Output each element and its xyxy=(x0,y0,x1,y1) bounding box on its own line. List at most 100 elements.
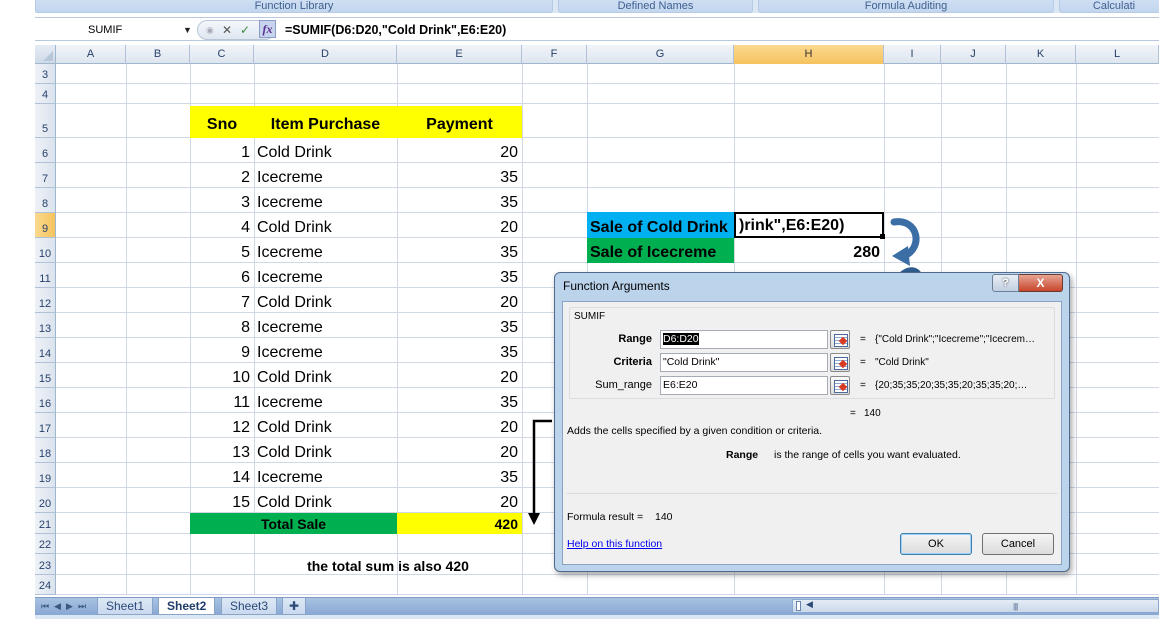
cell-item[interactable]: Icecreme xyxy=(254,313,397,338)
row-header-21[interactable]: 21 xyxy=(35,513,56,534)
cell-item[interactable]: Cold Drink xyxy=(254,288,397,313)
insert-function-icon[interactable]: fx xyxy=(259,20,276,38)
cell-payment[interactable]: 20 xyxy=(397,213,522,238)
cell-item[interactable]: Icecreme xyxy=(254,238,397,263)
ribbon-group-function-library[interactable]: Function Library xyxy=(35,0,553,13)
select-all-button[interactable] xyxy=(35,45,56,64)
cell-payment[interactable]: 20 xyxy=(397,363,522,388)
next-sheet-icon[interactable]: ▶ xyxy=(66,599,73,614)
cell-payment[interactable]: 35 xyxy=(397,238,522,263)
column-header-d[interactable]: D xyxy=(254,45,397,64)
row-header-5[interactable]: 5 xyxy=(35,104,56,138)
criteria-input[interactable]: "Cold Drink" xyxy=(660,353,828,372)
last-sheet-icon[interactable]: ⏭ xyxy=(78,599,86,614)
row-header-10[interactable]: 10 xyxy=(35,238,56,263)
cancel-entry-icon[interactable]: ✕ xyxy=(222,22,232,38)
tab-sheet2[interactable]: Sheet2 xyxy=(158,598,216,615)
scroll-thumb-grip-icon[interactable]: |||| xyxy=(1013,602,1018,611)
cell-item[interactable]: Cold Drink xyxy=(254,413,397,438)
cell-item[interactable]: Icecreme xyxy=(254,263,397,288)
cold-drink-sale-cell-editing[interactable]: )rink",E6:E20) xyxy=(734,212,884,238)
cell-payment[interactable]: 35 xyxy=(397,163,522,188)
icecreme-sale-value[interactable]: 280 xyxy=(734,238,884,263)
cell-sno[interactable]: 10 xyxy=(190,363,254,388)
icecreme-sale-label[interactable]: Sale of Icecreme xyxy=(587,238,734,263)
row-header-7[interactable]: 7 xyxy=(35,163,56,188)
row-header-6[interactable]: 6 xyxy=(35,138,56,163)
cell-item[interactable]: Cold Drink xyxy=(254,438,397,463)
sum-range-input[interactable]: E6:E20 xyxy=(660,376,828,395)
column-header-k[interactable]: K xyxy=(1006,45,1076,64)
cell-payment[interactable]: 35 xyxy=(397,313,522,338)
row-header-8[interactable]: 8 xyxy=(35,188,56,213)
row-header-24[interactable]: 24 xyxy=(35,575,56,595)
prev-sheet-icon[interactable]: ◀ xyxy=(54,599,61,614)
row-header-17[interactable]: 17 xyxy=(35,413,56,438)
column-header-i[interactable]: I xyxy=(884,45,941,64)
cell-item[interactable]: Cold Drink xyxy=(254,138,397,163)
ribbon-group-formula-auditing[interactable]: Formula Auditing xyxy=(758,0,1054,13)
range-collapse-button[interactable] xyxy=(830,330,850,349)
horizontal-scrollbar[interactable]: ◀ |||| xyxy=(792,599,1159,613)
cell-payment[interactable]: 20 xyxy=(397,488,522,513)
cell-sno[interactable]: 14 xyxy=(190,463,254,488)
column-header-e[interactable]: E xyxy=(397,45,522,64)
row-header-16[interactable]: 16 xyxy=(35,388,56,413)
cell-sno[interactable]: 5 xyxy=(190,238,254,263)
cell-sno[interactable]: 15 xyxy=(190,488,254,513)
cell-item[interactable]: Icecreme xyxy=(254,188,397,213)
total-note[interactable]: the total sum is also 420 xyxy=(254,554,522,575)
cell-sno[interactable]: 11 xyxy=(190,388,254,413)
row-header-14[interactable]: 14 xyxy=(35,338,56,363)
cell-payment[interactable]: 35 xyxy=(397,338,522,363)
cell-payment[interactable]: 20 xyxy=(397,413,522,438)
cell-payment[interactable]: 35 xyxy=(397,188,522,213)
row-header-4[interactable]: 4 xyxy=(35,84,56,104)
cancel-button[interactable]: Cancel xyxy=(982,533,1054,555)
ribbon-group-calculation[interactable]: Calculati xyxy=(1059,0,1159,13)
column-header-a[interactable]: A xyxy=(56,45,126,64)
tab-sheet1[interactable]: Sheet1 xyxy=(97,598,154,615)
cell-item[interactable]: Cold Drink xyxy=(254,213,397,238)
cell-sno[interactable]: 7 xyxy=(190,288,254,313)
row-header-12[interactable]: 12 xyxy=(35,288,56,313)
header-payment[interactable]: Payment xyxy=(397,106,522,138)
insert-sheet-icon[interactable]: ✚ xyxy=(282,598,307,615)
column-header-b[interactable]: B xyxy=(126,45,190,64)
total-sale-value[interactable]: 420 xyxy=(397,513,522,534)
header-sno[interactable]: Sno xyxy=(190,106,254,138)
cell-item[interactable]: Cold Drink xyxy=(254,363,397,388)
cell-payment[interactable]: 20 xyxy=(397,288,522,313)
ribbon-group-defined-names[interactable]: Defined Names xyxy=(558,0,753,13)
cell-sno[interactable]: 3 xyxy=(190,188,254,213)
row-header-9[interactable]: 9 xyxy=(35,213,56,238)
column-header-g[interactable]: G xyxy=(587,45,734,64)
cell-sno[interactable]: 1 xyxy=(190,138,254,163)
row-header-13[interactable]: 13 xyxy=(35,313,56,338)
cell-payment[interactable]: 20 xyxy=(397,138,522,163)
row-header-3[interactable]: 3 xyxy=(35,64,56,84)
column-header-f[interactable]: F xyxy=(522,45,587,64)
cell-sno[interactable]: 13 xyxy=(190,438,254,463)
criteria-collapse-button[interactable] xyxy=(830,353,850,372)
cell-payment[interactable]: 35 xyxy=(397,463,522,488)
row-header-11[interactable]: 11 xyxy=(35,263,56,288)
cell-item[interactable]: Icecreme xyxy=(254,338,397,363)
cell-payment[interactable]: 35 xyxy=(397,263,522,288)
cell-sno[interactable]: 6 xyxy=(190,263,254,288)
tab-sheet3[interactable]: Sheet3 xyxy=(221,598,278,615)
row-header-15[interactable]: 15 xyxy=(35,363,56,388)
scroll-left-icon[interactable]: ◀ xyxy=(806,599,813,610)
split-handle[interactable] xyxy=(796,601,801,611)
cell-sno[interactable]: 9 xyxy=(190,338,254,363)
sum-range-collapse-button[interactable] xyxy=(830,376,850,395)
column-header-l[interactable]: L xyxy=(1076,45,1159,64)
row-header-19[interactable]: 19 xyxy=(35,463,56,488)
enter-entry-icon[interactable]: ✓ xyxy=(240,22,250,38)
row-header-22[interactable]: 22 xyxy=(35,534,56,554)
cell-sno[interactable]: 12 xyxy=(190,413,254,438)
range-input[interactable]: D6:D20 xyxy=(660,330,828,349)
name-box-dropdown-icon[interactable]: ▼ xyxy=(183,20,192,40)
column-header-h[interactable]: H xyxy=(734,45,884,64)
row-header-23[interactable]: 23 xyxy=(35,554,56,575)
